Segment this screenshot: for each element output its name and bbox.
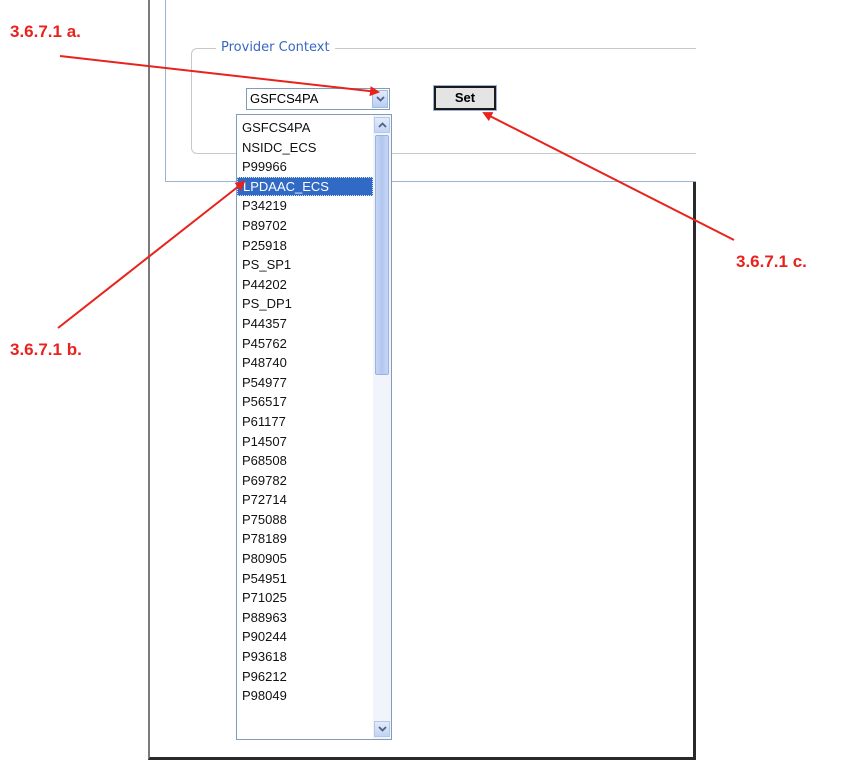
list-item[interactable]: P93618 [237, 647, 373, 667]
list-item[interactable]: P75088 [237, 510, 373, 530]
list-item[interactable]: P14507 [237, 432, 373, 452]
provider-select[interactable]: GSFCS4PA [246, 88, 390, 110]
list-item[interactable]: P72714 [237, 490, 373, 510]
list-item[interactable]: P56517 [237, 392, 373, 412]
list-item[interactable]: P80905 [237, 549, 373, 569]
list-item[interactable]: P44202 [237, 275, 373, 295]
option-list: GSFCS4PA NSIDC_ECS P99966 LPDAAC_ECS P34219 P… [237, 118, 373, 706]
annotation-label-c: 3.6.7.1 c. [736, 252, 807, 271]
list-item[interactable]: P54977 [237, 373, 373, 393]
list-item[interactable]: P88963 [237, 608, 373, 628]
list-item[interactable]: P69782 [237, 471, 373, 491]
list-item[interactable]: P90244 [237, 627, 373, 647]
list-item[interactable]: GSFCS4PA [237, 118, 373, 138]
list-item[interactable]: PS_DP1 [237, 294, 373, 314]
list-item[interactable]: P48740 [237, 353, 373, 373]
chevron-down-icon[interactable] [374, 721, 390, 737]
set-button[interactable]: Set [433, 85, 497, 111]
list-item[interactable]: P99966 [237, 157, 373, 177]
list-item[interactable]: P98049 [237, 686, 373, 706]
list-item[interactable]: PS_SP1 [237, 255, 373, 275]
provider-select-value: GSFCS4PA [250, 91, 319, 106]
annotation-label-b: 3.6.7.1 b. [10, 340, 82, 359]
list-item[interactable]: P25918 [237, 236, 373, 256]
chevron-down-icon[interactable] [372, 90, 388, 108]
scrollbar-thumb[interactable] [375, 135, 389, 375]
list-item[interactable]: P89702 [237, 216, 373, 236]
list-item[interactable]: P68508 [237, 451, 373, 471]
list-item[interactable]: P45762 [237, 334, 373, 354]
list-item[interactable]: P71025 [237, 588, 373, 608]
annotation-label-a: 3.6.7.1 a. [10, 22, 81, 41]
chevron-up-icon[interactable] [374, 117, 390, 133]
scrollbar[interactable] [373, 115, 391, 739]
list-item[interactable]: P34219 [237, 196, 373, 216]
provider-dropdown-list[interactable]: GSFCS4PA NSIDC_ECS P99966 LPDAAC_ECS P34219 P… [236, 114, 392, 740]
list-item[interactable]: P96212 [237, 667, 373, 687]
list-item[interactable]: P61177 [237, 412, 373, 432]
list-item[interactable]: P78189 [237, 529, 373, 549]
list-item[interactable]: P54951 [237, 569, 373, 589]
list-item[interactable]: LPDAAC_ECS [237, 176, 373, 197]
provider-context-legend: Provider Context [216, 40, 335, 56]
list-item[interactable]: NSIDC_ECS [237, 138, 373, 158]
list-item[interactable]: P44357 [237, 314, 373, 334]
